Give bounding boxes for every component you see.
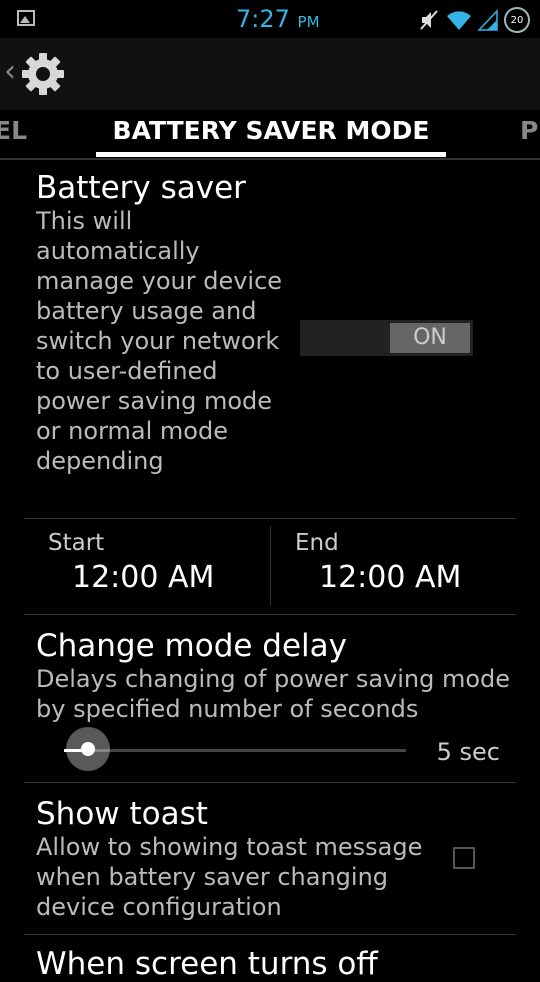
wifi-icon: [447, 11, 471, 30]
battery-icon: 20: [504, 7, 530, 33]
tab-previous[interactable]: EL: [0, 116, 27, 145]
back-chevron-icon[interactable]: ‹: [4, 54, 16, 89]
signal-icon: [478, 9, 498, 31]
action-bar: ‹: [0, 38, 540, 110]
show-toast-pref[interactable]: Show toast Allow to showing toast messag…: [36, 796, 436, 922]
status-bar: 7:27 PM 20: [0, 0, 540, 38]
delay-slider-thumb[interactable]: [65, 727, 110, 771]
tab-indicator: [96, 152, 446, 157]
end-value: 12:00 AM: [319, 560, 462, 595]
start-label: Start: [48, 530, 105, 556]
battery-saver-pref[interactable]: Battery saver This will automatically ma…: [36, 170, 286, 476]
end-time[interactable]: End 12:00 AM: [283, 530, 503, 595]
end-label: End: [295, 530, 339, 556]
divider: [24, 934, 516, 935]
status-time-value: 7:27: [236, 5, 290, 33]
show-toast-title: Show toast: [36, 796, 208, 832]
screen-off-title[interactable]: When screen turns off: [36, 946, 378, 982]
status-icons: 20: [418, 6, 530, 34]
change-mode-delay-description: Delays changing of power saving mode by …: [36, 665, 511, 723]
mute-icon: [420, 10, 438, 30]
tab-battery-saver-mode[interactable]: BATTERY SAVER MODE: [96, 116, 446, 145]
tab-next[interactable]: PI: [520, 116, 540, 145]
divider: [24, 782, 516, 783]
show-toast-checkbox[interactable]: [453, 847, 475, 869]
delay-slider-value: 5 sec: [436, 738, 500, 766]
battery-saver-description: This will automatically manage your devi…: [36, 207, 283, 475]
status-time-ampm: PM: [297, 13, 320, 31]
toggle-on-label: ON: [390, 323, 470, 353]
battery-saver-title: Battery saver: [36, 170, 246, 206]
battery-level: 20: [510, 14, 524, 26]
divider: [24, 518, 516, 519]
battery-saver-toggle[interactable]: ON: [300, 320, 473, 356]
show-toast-description: Allow to showing toast message when batt…: [36, 833, 423, 921]
start-value: 12:00 AM: [72, 560, 215, 595]
tab-strip: EL BATTERY SAVER MODE PI: [0, 110, 540, 160]
start-time[interactable]: Start 12:00 AM: [36, 530, 256, 595]
change-mode-delay-pref: Change mode delay Delays changing of pow…: [36, 628, 516, 724]
divider: [24, 614, 516, 615]
status-time: 7:27 PM: [236, 5, 320, 33]
image-notification-icon: [17, 10, 35, 26]
change-mode-delay-title: Change mode delay: [36, 628, 348, 664]
settings-content: Battery saver This will automatically ma…: [0, 160, 540, 982]
vertical-divider: [270, 526, 271, 606]
delay-slider-track[interactable]: [64, 749, 406, 752]
settings-gear-icon[interactable]: [20, 51, 66, 97]
